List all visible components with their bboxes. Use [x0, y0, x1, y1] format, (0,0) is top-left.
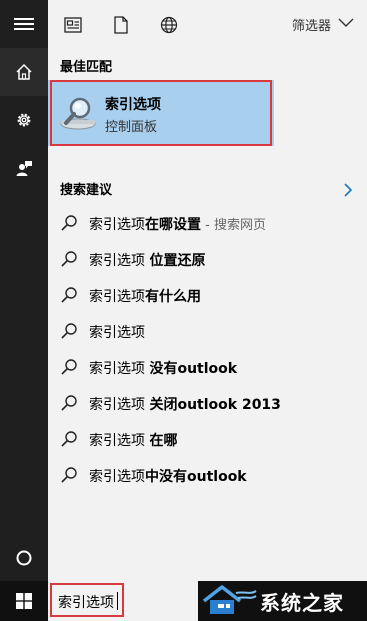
suggestion-item[interactable]: 索引选项中没有outlook — [48, 457, 367, 493]
search-results-panel: 筛选器 最佳匹配 索引选项 控制面板 搜索建议 索引选项在哪设置 - 搜索网页 — [48, 0, 367, 581]
left-rail — [0, 0, 48, 581]
suggestion-completion: 没有outlook — [149, 361, 238, 377]
documents-filter-button[interactable] — [110, 14, 132, 36]
globe-icon — [160, 16, 178, 34]
home-icon — [16, 63, 32, 80]
gear-icon — [17, 113, 31, 127]
text-caret — [117, 592, 118, 610]
search-icon — [61, 287, 77, 303]
suggestion-item[interactable]: 索引选项 — [48, 313, 367, 349]
search-icon — [61, 467, 77, 483]
windows-logo-icon — [16, 593, 32, 609]
best-match-title: 索引选项 — [105, 97, 161, 113]
hamburger-icon — [14, 18, 34, 30]
suggestion-text: 索引选项 — [89, 322, 145, 342]
suggestion-text: 索引选项 关闭outlook 2013 — [89, 394, 281, 414]
suggestion-prefix: 索引选项 — [89, 325, 145, 341]
news-filter-button[interactable] — [62, 14, 84, 36]
taskbar-search-box[interactable] — [48, 581, 198, 621]
suggestion-item[interactable]: 索引选项 没有outlook — [48, 349, 367, 385]
suggestion-completion: 中没有outlook — [145, 469, 247, 485]
news-icon — [64, 17, 82, 33]
suggestion-prefix: 索引选项 — [89, 433, 150, 449]
feedback-button[interactable] — [0, 144, 48, 192]
suggestion-text: 索引选项 没有outlook — [89, 358, 237, 378]
search-icon — [61, 251, 77, 267]
suggestion-prefix: 索引选项 — [89, 253, 150, 269]
document-icon — [114, 16, 128, 34]
search-input[interactable] — [58, 591, 193, 613]
suggestion-completion: 在哪 — [149, 433, 178, 449]
suggestion-item[interactable]: 索引选项有什么用 — [48, 277, 367, 313]
home-button[interactable] — [0, 48, 48, 96]
suggestion-completion: 位置还原 — [149, 253, 206, 269]
start-button[interactable] — [0, 581, 48, 621]
filter-dropdown-label[interactable]: 筛选器 — [292, 15, 331, 34]
taskbar: 系统之家 — [0, 581, 367, 621]
suggestion-item[interactable]: 索引选项 关闭outlook 2013 — [48, 385, 367, 421]
search-icon — [61, 395, 77, 411]
best-match-result[interactable]: 索引选项 控制面板 — [48, 80, 274, 146]
watermark-text: 系统之家 — [260, 590, 344, 615]
suggestion-text: 索引选项 位置还原 — [89, 250, 205, 270]
search-icon — [61, 359, 77, 375]
suggestion-prefix: 索引选项 — [89, 289, 145, 305]
suggestion-completion: 在哪设置 — [145, 217, 201, 233]
suggestion-completion: 有什么用 — [145, 289, 201, 305]
suggestion-suffix: - 搜索网页 — [201, 218, 266, 233]
chevron-right-icon[interactable] — [343, 183, 353, 197]
panel-toolbar: 筛选器 — [48, 0, 367, 48]
suggestion-text: 索引选项在哪设置 - 搜索网页 — [89, 214, 266, 234]
watermark: 系统之家 — [200, 581, 367, 621]
indexing-options-icon — [60, 97, 96, 130]
suggestion-text: 索引选项中没有outlook — [89, 466, 247, 486]
suggestion-item[interactable]: 索引选项 在哪 — [48, 421, 367, 457]
best-match-subtitle: 控制面板 — [105, 120, 158, 135]
best-match-heading: 最佳匹配 — [60, 60, 113, 75]
settings-button[interactable] — [0, 96, 48, 144]
suggestion-prefix: 索引选项 — [89, 397, 150, 413]
feedback-person-icon — [16, 161, 32, 176]
search-icon — [61, 215, 77, 231]
suggestion-item[interactable]: 索引选项在哪设置 - 搜索网页 — [48, 205, 367, 241]
search-icon — [61, 323, 77, 339]
suggestion-prefix: 索引选项 — [89, 361, 150, 377]
house-logo-icon — [202, 585, 257, 614]
suggestion-item[interactable]: 索引选项 位置还原 — [48, 241, 367, 277]
suggestion-completion: 关闭outlook 2013 — [149, 397, 281, 413]
suggestion-text: 索引选项 在哪 — [89, 430, 177, 450]
web-filter-button[interactable] — [158, 14, 180, 36]
suggestion-text: 索引选项有什么用 — [89, 286, 201, 306]
search-suggestions-heading: 搜索建议 — [60, 183, 113, 198]
hamburger-menu-button[interactable] — [0, 0, 48, 48]
cortana-circle-icon — [16, 550, 32, 566]
cortana-button[interactable] — [0, 534, 48, 582]
chevron-down-icon[interactable] — [338, 18, 354, 28]
search-icon — [61, 431, 77, 447]
suggestion-prefix: 索引选项 — [89, 469, 145, 485]
suggestion-prefix: 索引选项 — [89, 217, 145, 233]
